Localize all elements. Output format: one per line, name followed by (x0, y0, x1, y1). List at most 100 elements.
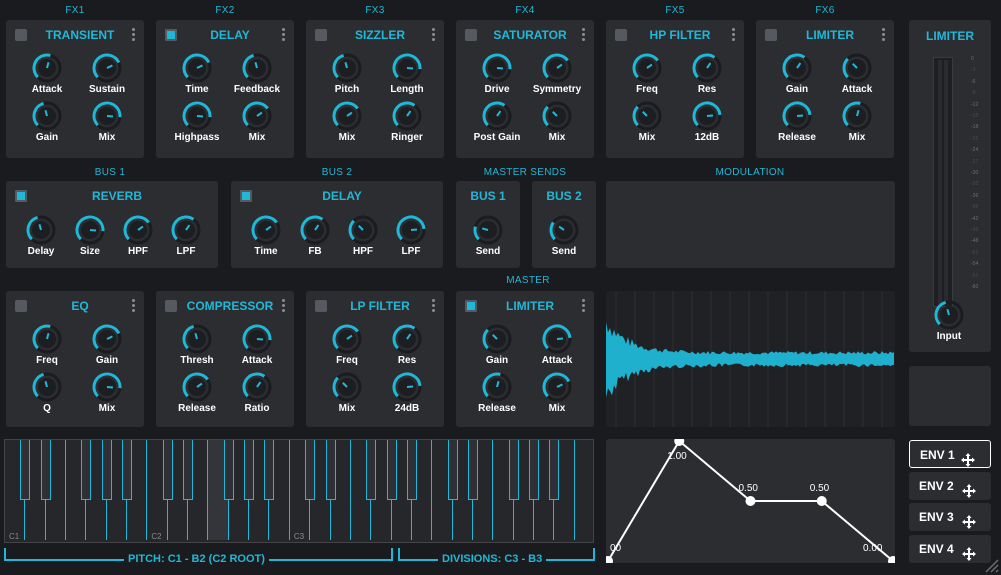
master-limiter-menu-icon[interactable] (582, 299, 586, 314)
master-lp-filter-mix-knob[interactable]: Mix (322, 372, 372, 414)
master-limiter-release-knob[interactable]: Release (472, 372, 522, 414)
fx1-menu-icon[interactable] (132, 28, 136, 43)
master-lp-filter-freq-knob[interactable]: Freq (322, 324, 372, 366)
master-compressor-ratio-knob[interactable]: Ratio (232, 372, 282, 414)
master-compressor-attack-label: Attack (241, 355, 273, 366)
env-1-button[interactable]: ENV 1 (909, 440, 991, 468)
fx2-time-knob[interactable]: Time (172, 53, 222, 95)
black-key[interactable] (386, 440, 397, 500)
octave-label-c2: C2 (151, 532, 162, 541)
fx5-mix-knob[interactable]: Mix (622, 101, 672, 143)
send-bus1-knob[interactable]: Send (463, 215, 513, 257)
master-compressor-release-knob[interactable]: Release (172, 372, 222, 414)
black-key[interactable] (325, 440, 336, 500)
fx4-symmetry-knob[interactable]: Symmetry (532, 53, 582, 95)
envelope-point[interactable] (816, 496, 827, 506)
fx5-res-knob[interactable]: Res (682, 53, 732, 95)
fx1-gain-knob[interactable]: Gain (22, 101, 72, 143)
bus1-delay-knob[interactable]: Delay (16, 215, 66, 257)
black-key[interactable] (122, 440, 133, 500)
envelope-graph[interactable]: 00 1.00 0.50 0.50 0.00 (603, 436, 898, 566)
black-key[interactable] (223, 440, 234, 500)
master-lp-filter-24db-knob[interactable]: 24dB (382, 372, 432, 414)
bus2-lpf-knob[interactable]: LPF (386, 215, 436, 257)
fx1-attack-knob[interactable]: Attack (22, 53, 72, 95)
master-limiter-attack-knob[interactable]: Attack (532, 324, 582, 366)
black-key[interactable] (183, 440, 194, 500)
black-key[interactable] (447, 440, 458, 500)
octave-label-c1: C1 (9, 532, 20, 541)
fx3-menu-icon[interactable] (432, 28, 436, 43)
fx3-mix-knob[interactable]: Mix (322, 101, 372, 143)
master-eq-freq-knob[interactable]: Freq (22, 324, 72, 366)
black-key[interactable] (305, 440, 316, 500)
master-limiter-gain-knob[interactable]: Gain (472, 324, 522, 366)
black-key[interactable] (366, 440, 377, 500)
fx6-gain-knob[interactable]: Gain (772, 53, 822, 95)
fx6-release-knob[interactable]: Release (772, 101, 822, 143)
master-lp-filter-menu-icon[interactable] (432, 299, 436, 314)
fx2-highpass-knob[interactable]: Highpass (172, 101, 222, 143)
master-lp-filter-res-knob[interactable]: Res (382, 324, 432, 366)
envelope-point[interactable] (603, 556, 613, 566)
envelope-point[interactable] (745, 496, 756, 506)
fx3-pitch-knob[interactable]: Pitch (322, 53, 372, 95)
black-key[interactable] (467, 440, 478, 500)
fx2-mix-knob[interactable]: Mix (232, 101, 282, 143)
fx5-menu-icon[interactable] (732, 28, 736, 43)
master-eq-q-knob[interactable]: Q (22, 372, 72, 414)
black-key[interactable] (81, 440, 92, 500)
fx4-mix-knob[interactable]: Mix (532, 101, 582, 143)
bus2-hpf-knob[interactable]: HPF (338, 215, 388, 257)
env-3-button[interactable]: ENV 3 (909, 503, 991, 531)
fx3-ringer-knob[interactable]: Ringer (382, 101, 432, 143)
modulation-panel[interactable] (606, 181, 895, 268)
white-key[interactable] (575, 440, 593, 540)
master-compressor-menu-icon[interactable] (282, 299, 286, 314)
fx1-sustain-knob[interactable]: Sustain (82, 53, 132, 95)
master-compressor-attack-knob[interactable]: Attack (232, 324, 282, 366)
fx6-mix-knob[interactable]: Mix (832, 101, 882, 143)
black-key[interactable] (406, 440, 417, 500)
black-key[interactable] (264, 440, 275, 500)
black-key[interactable] (40, 440, 51, 500)
fx4-menu-icon[interactable] (582, 28, 586, 43)
black-key[interactable] (549, 440, 560, 500)
resize-grip-icon[interactable] (983, 557, 999, 573)
send-bus2-knob[interactable]: Send (539, 215, 589, 257)
env-4-button[interactable]: ENV 4 (909, 534, 991, 563)
black-key[interactable] (508, 440, 519, 500)
fx1-sustain-label: Sustain (88, 84, 126, 95)
master-eq-mix-knob[interactable]: Mix (82, 372, 132, 414)
fx5-freq-knob[interactable]: Freq (622, 53, 672, 95)
black-key[interactable] (101, 440, 112, 500)
fx6-attack-knob[interactable]: Attack (832, 53, 882, 95)
fx4-post-gain-knob[interactable]: Post Gain (472, 101, 522, 143)
fx5-12db-knob[interactable]: 12dB (682, 101, 732, 143)
bus1-hpf-knob[interactable]: HPF (113, 215, 163, 257)
fx2-feedback-knob[interactable]: Feedback (232, 53, 282, 95)
env-2-button[interactable]: ENV 2 (909, 471, 991, 500)
fx3-length-knob[interactable]: Length (382, 53, 432, 95)
fx2-menu-icon[interactable] (282, 28, 286, 43)
fx6-menu-icon[interactable] (882, 28, 886, 43)
bus1-size-knob[interactable]: Size (65, 215, 115, 257)
master-limiter-mix-knob[interactable]: Mix (532, 372, 582, 414)
master-eq-menu-icon[interactable] (132, 299, 136, 314)
bus1-hpf-label: HPF (128, 246, 148, 257)
black-key[interactable] (20, 440, 31, 500)
limiter-input-knob[interactable]: Input (924, 300, 974, 342)
black-key[interactable] (244, 440, 255, 500)
envelope-editor[interactable]: 00 1.00 0.50 0.50 0.00 (603, 436, 898, 566)
bus2-time-knob[interactable]: Time (241, 215, 291, 257)
black-key[interactable] (162, 440, 173, 500)
fx4-drive-knob[interactable]: Drive (472, 53, 522, 95)
bus2-fb-knob[interactable]: FB (290, 215, 340, 257)
master-compressor-thresh-knob[interactable]: Thresh (172, 324, 222, 366)
black-key[interactable] (528, 440, 539, 500)
master-eq-gain-knob[interactable]: Gain (82, 324, 132, 366)
waveform-display[interactable] (606, 291, 895, 427)
bus1-lpf-knob[interactable]: LPF (161, 215, 211, 257)
fx1-mix-knob[interactable]: Mix (82, 101, 132, 143)
keyboard[interactable]: C1 C2 C3 (4, 439, 594, 543)
